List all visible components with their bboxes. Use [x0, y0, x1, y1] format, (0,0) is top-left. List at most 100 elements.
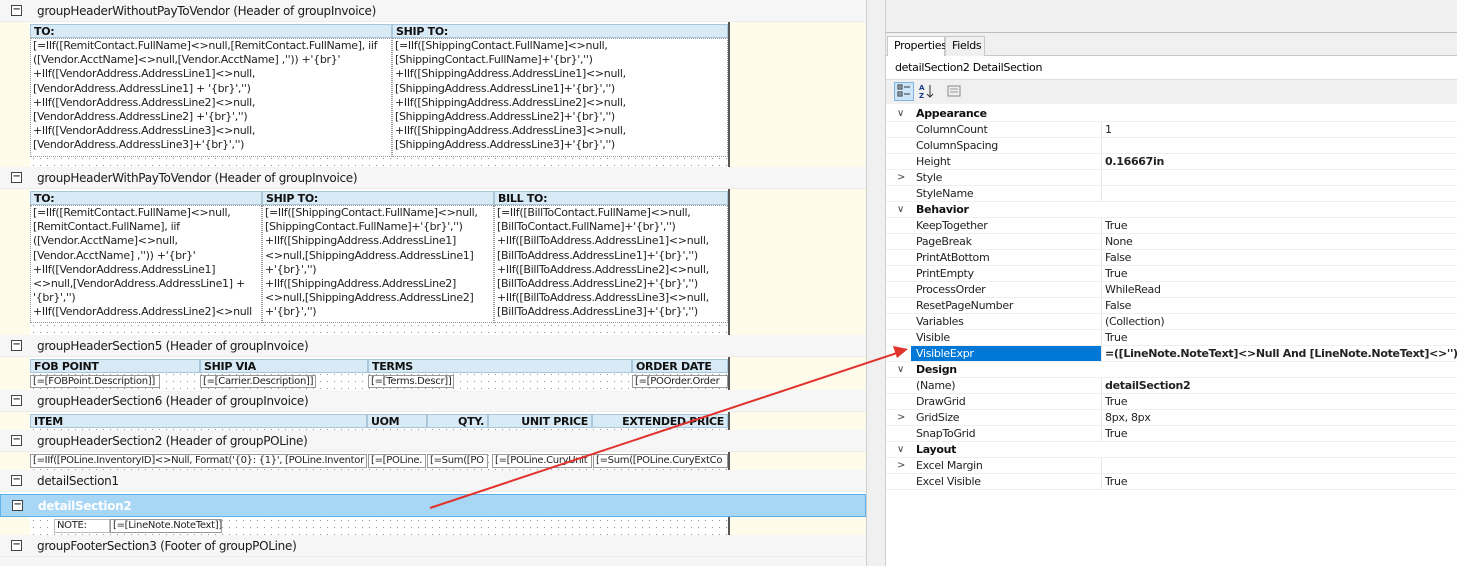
- ship-via-field[interactable]: [=[Carrier.Description]]: [200, 375, 316, 388]
- terms-header[interactable]: TERMS: [368, 359, 632, 373]
- property-row[interactable]: PageBreak None: [886, 234, 1457, 250]
- property-value[interactable]: True: [1105, 331, 1127, 344]
- alphabetical-icon[interactable]: AZ: [916, 82, 936, 101]
- property-category[interactable]: ∨ Layout: [886, 442, 1457, 458]
- band-group-header-section2[interactable]: − groupHeaderSection2 (Header of groupPO…: [0, 430, 866, 452]
- order-date-header[interactable]: ORDER DATE: [632, 359, 728, 373]
- collapse-toggle-icon[interactable]: −: [11, 5, 22, 16]
- unit-price-field[interactable]: [=[POLine.CuryUnit: [492, 454, 592, 468]
- chevron-down-icon[interactable]: ∨: [897, 202, 904, 217]
- note-text-field[interactable]: [=[LineNote.NoteText]]: [110, 519, 222, 533]
- uom-field[interactable]: [=[POLine.: [368, 454, 426, 468]
- property-value[interactable]: 8px, 8px: [1105, 411, 1151, 424]
- collapse-toggle-icon[interactable]: −: [11, 475, 22, 486]
- bill-to-address-textbox[interactable]: [=IIf([BillToContact.FullName]<>null, [B…: [494, 205, 728, 323]
- tab-fields[interactable]: Fields: [945, 36, 985, 56]
- ship-to-address-textbox[interactable]: [=IIf([ShippingContact.FullName]<>null, …: [262, 205, 494, 323]
- property-row[interactable]: > Excel Margin: [886, 458, 1457, 474]
- extended-price-header[interactable]: EXTENDED PRICE: [592, 414, 728, 428]
- chevron-right-icon[interactable]: >: [897, 410, 905, 425]
- property-value[interactable]: False: [1105, 251, 1131, 264]
- collapse-toggle-icon[interactable]: −: [11, 540, 22, 551]
- ship-to-address-textbox[interactable]: [=IIf([ShippingContact.FullName]<>null, …: [392, 38, 728, 157]
- band-group-header-section6[interactable]: − groupHeaderSection6 (Header of groupIn…: [0, 390, 866, 412]
- chevron-down-icon[interactable]: ∨: [897, 106, 904, 121]
- bill-to-header-label[interactable]: BILL TO:: [494, 191, 728, 205]
- inventory-id-field[interactable]: [=IIf([POLine.InventoryID]<>Null, Format…: [30, 454, 367, 468]
- property-category[interactable]: ∨ Appearance: [886, 106, 1457, 122]
- band-group-header-without-pay-to-vendor[interactable]: − groupHeaderWithoutPayToVendor (Header …: [0, 0, 866, 22]
- band-detail-section1[interactable]: − detailSection1: [0, 470, 866, 492]
- extended-price-field[interactable]: [=Sum([POLine.CuryExtCo: [593, 454, 728, 468]
- fob-point-header[interactable]: FOB POINT: [30, 359, 200, 373]
- to-header-label[interactable]: TO:: [30, 24, 392, 38]
- property-row[interactable]: StyleName: [886, 186, 1457, 202]
- ship-to-header-label[interactable]: SHIP TO:: [392, 24, 728, 38]
- collapse-toggle-icon[interactable]: −: [11, 172, 22, 183]
- fob-point-field[interactable]: [=[FOBPoint.Description]]: [30, 375, 160, 388]
- collapse-toggle-icon[interactable]: −: [11, 340, 22, 351]
- property-value[interactable]: False: [1105, 299, 1131, 312]
- chevron-right-icon[interactable]: >: [897, 170, 905, 185]
- note-label[interactable]: NOTE:: [54, 519, 110, 533]
- band-detail-section2[interactable]: − detailSection2: [0, 494, 866, 517]
- item-header[interactable]: ITEM: [30, 414, 367, 428]
- property-category[interactable]: ∨ Behavior: [886, 202, 1457, 218]
- property-row[interactable]: ColumnCount 1: [886, 122, 1457, 138]
- property-row[interactable]: VisibleExpr =([LineNote.NoteText]<>Null A…: [886, 346, 1457, 362]
- collapse-toggle-icon[interactable]: −: [12, 500, 23, 511]
- qty-field[interactable]: [=Sum([PO: [427, 454, 488, 468]
- property-value[interactable]: True: [1105, 427, 1127, 440]
- property-row[interactable]: (Name) detailSection2: [886, 378, 1457, 394]
- chevron-right-icon[interactable]: >: [897, 458, 905, 473]
- uom-header[interactable]: UOM: [367, 414, 427, 428]
- property-value[interactable]: None: [1105, 235, 1133, 248]
- to-header-label[interactable]: TO:: [30, 191, 262, 205]
- property-value[interactable]: True: [1105, 267, 1127, 280]
- property-value[interactable]: WhileRead: [1105, 283, 1161, 296]
- band-group-footer-section3[interactable]: − groupFooterSection3 (Footer of groupPO…: [0, 535, 866, 557]
- property-row[interactable]: Excel Visible True: [886, 474, 1457, 490]
- property-value[interactable]: =([LineNote.NoteText]<>Null And [LineNot…: [1105, 347, 1457, 360]
- object-selector[interactable]: detailSection2 DetailSection: [886, 56, 1457, 80]
- property-row[interactable]: KeepTogether True: [886, 218, 1457, 234]
- band-group-header-section5[interactable]: − groupHeaderSection5 (Header of groupIn…: [0, 335, 866, 357]
- property-row[interactable]: PrintEmpty True: [886, 266, 1457, 282]
- property-row[interactable]: ColumnSpacing: [886, 138, 1457, 154]
- property-value[interactable]: True: [1105, 219, 1127, 232]
- categorized-icon[interactable]: [894, 82, 914, 101]
- chevron-down-icon[interactable]: ∨: [897, 442, 904, 457]
- band-group-header-with-pay-to-vendor[interactable]: − groupHeaderWithPayToVendor (Header of …: [0, 167, 866, 189]
- terms-field[interactable]: [=[Terms.Descr]]: [368, 375, 454, 388]
- property-row[interactable]: Variables (Collection): [886, 314, 1457, 330]
- property-value[interactable]: True: [1105, 475, 1127, 488]
- property-value[interactable]: (Collection): [1105, 315, 1165, 328]
- ship-via-header[interactable]: SHIP VIA: [200, 359, 368, 373]
- property-row[interactable]: > GridSize 8px, 8px: [886, 410, 1457, 426]
- tab-properties[interactable]: Properties: [887, 36, 947, 57]
- qty-header[interactable]: QTY.: [427, 414, 488, 428]
- unit-price-header[interactable]: UNIT PRICE: [488, 414, 592, 428]
- property-row[interactable]: DrawGrid True: [886, 394, 1457, 410]
- panel-splitter[interactable]: [866, 0, 886, 566]
- to-address-textbox[interactable]: [=IIf([RemitContact.FullName]<>null, [Re…: [30, 205, 262, 323]
- property-value[interactable]: True: [1105, 395, 1127, 408]
- chevron-down-icon[interactable]: ∨: [897, 362, 904, 377]
- property-row[interactable]: Visible True: [886, 330, 1457, 346]
- collapse-toggle-icon[interactable]: −: [11, 395, 22, 406]
- property-row[interactable]: > Style: [886, 170, 1457, 186]
- property-value[interactable]: 0.16667in: [1105, 155, 1164, 168]
- property-category[interactable]: ∨ Design: [886, 362, 1457, 378]
- collapse-toggle-icon[interactable]: −: [11, 435, 22, 446]
- property-row[interactable]: PrintAtBottom False: [886, 250, 1457, 266]
- property-value[interactable]: 1: [1105, 123, 1112, 136]
- property-pages-icon[interactable]: [944, 82, 964, 101]
- property-value[interactable]: detailSection2: [1105, 379, 1191, 392]
- property-row[interactable]: ProcessOrder WhileRead: [886, 282, 1457, 298]
- property-row[interactable]: SnapToGrid True: [886, 426, 1457, 442]
- ship-to-header-label[interactable]: SHIP TO:: [262, 191, 494, 205]
- property-row[interactable]: Height 0.16667in: [886, 154, 1457, 170]
- order-date-field[interactable]: [=[POOrder.Order: [632, 375, 728, 388]
- to-address-textbox[interactable]: [=IIf([RemitContact.FullName]<>null,[Rem…: [30, 38, 392, 157]
- property-row[interactable]: ResetPageNumber False: [886, 298, 1457, 314]
